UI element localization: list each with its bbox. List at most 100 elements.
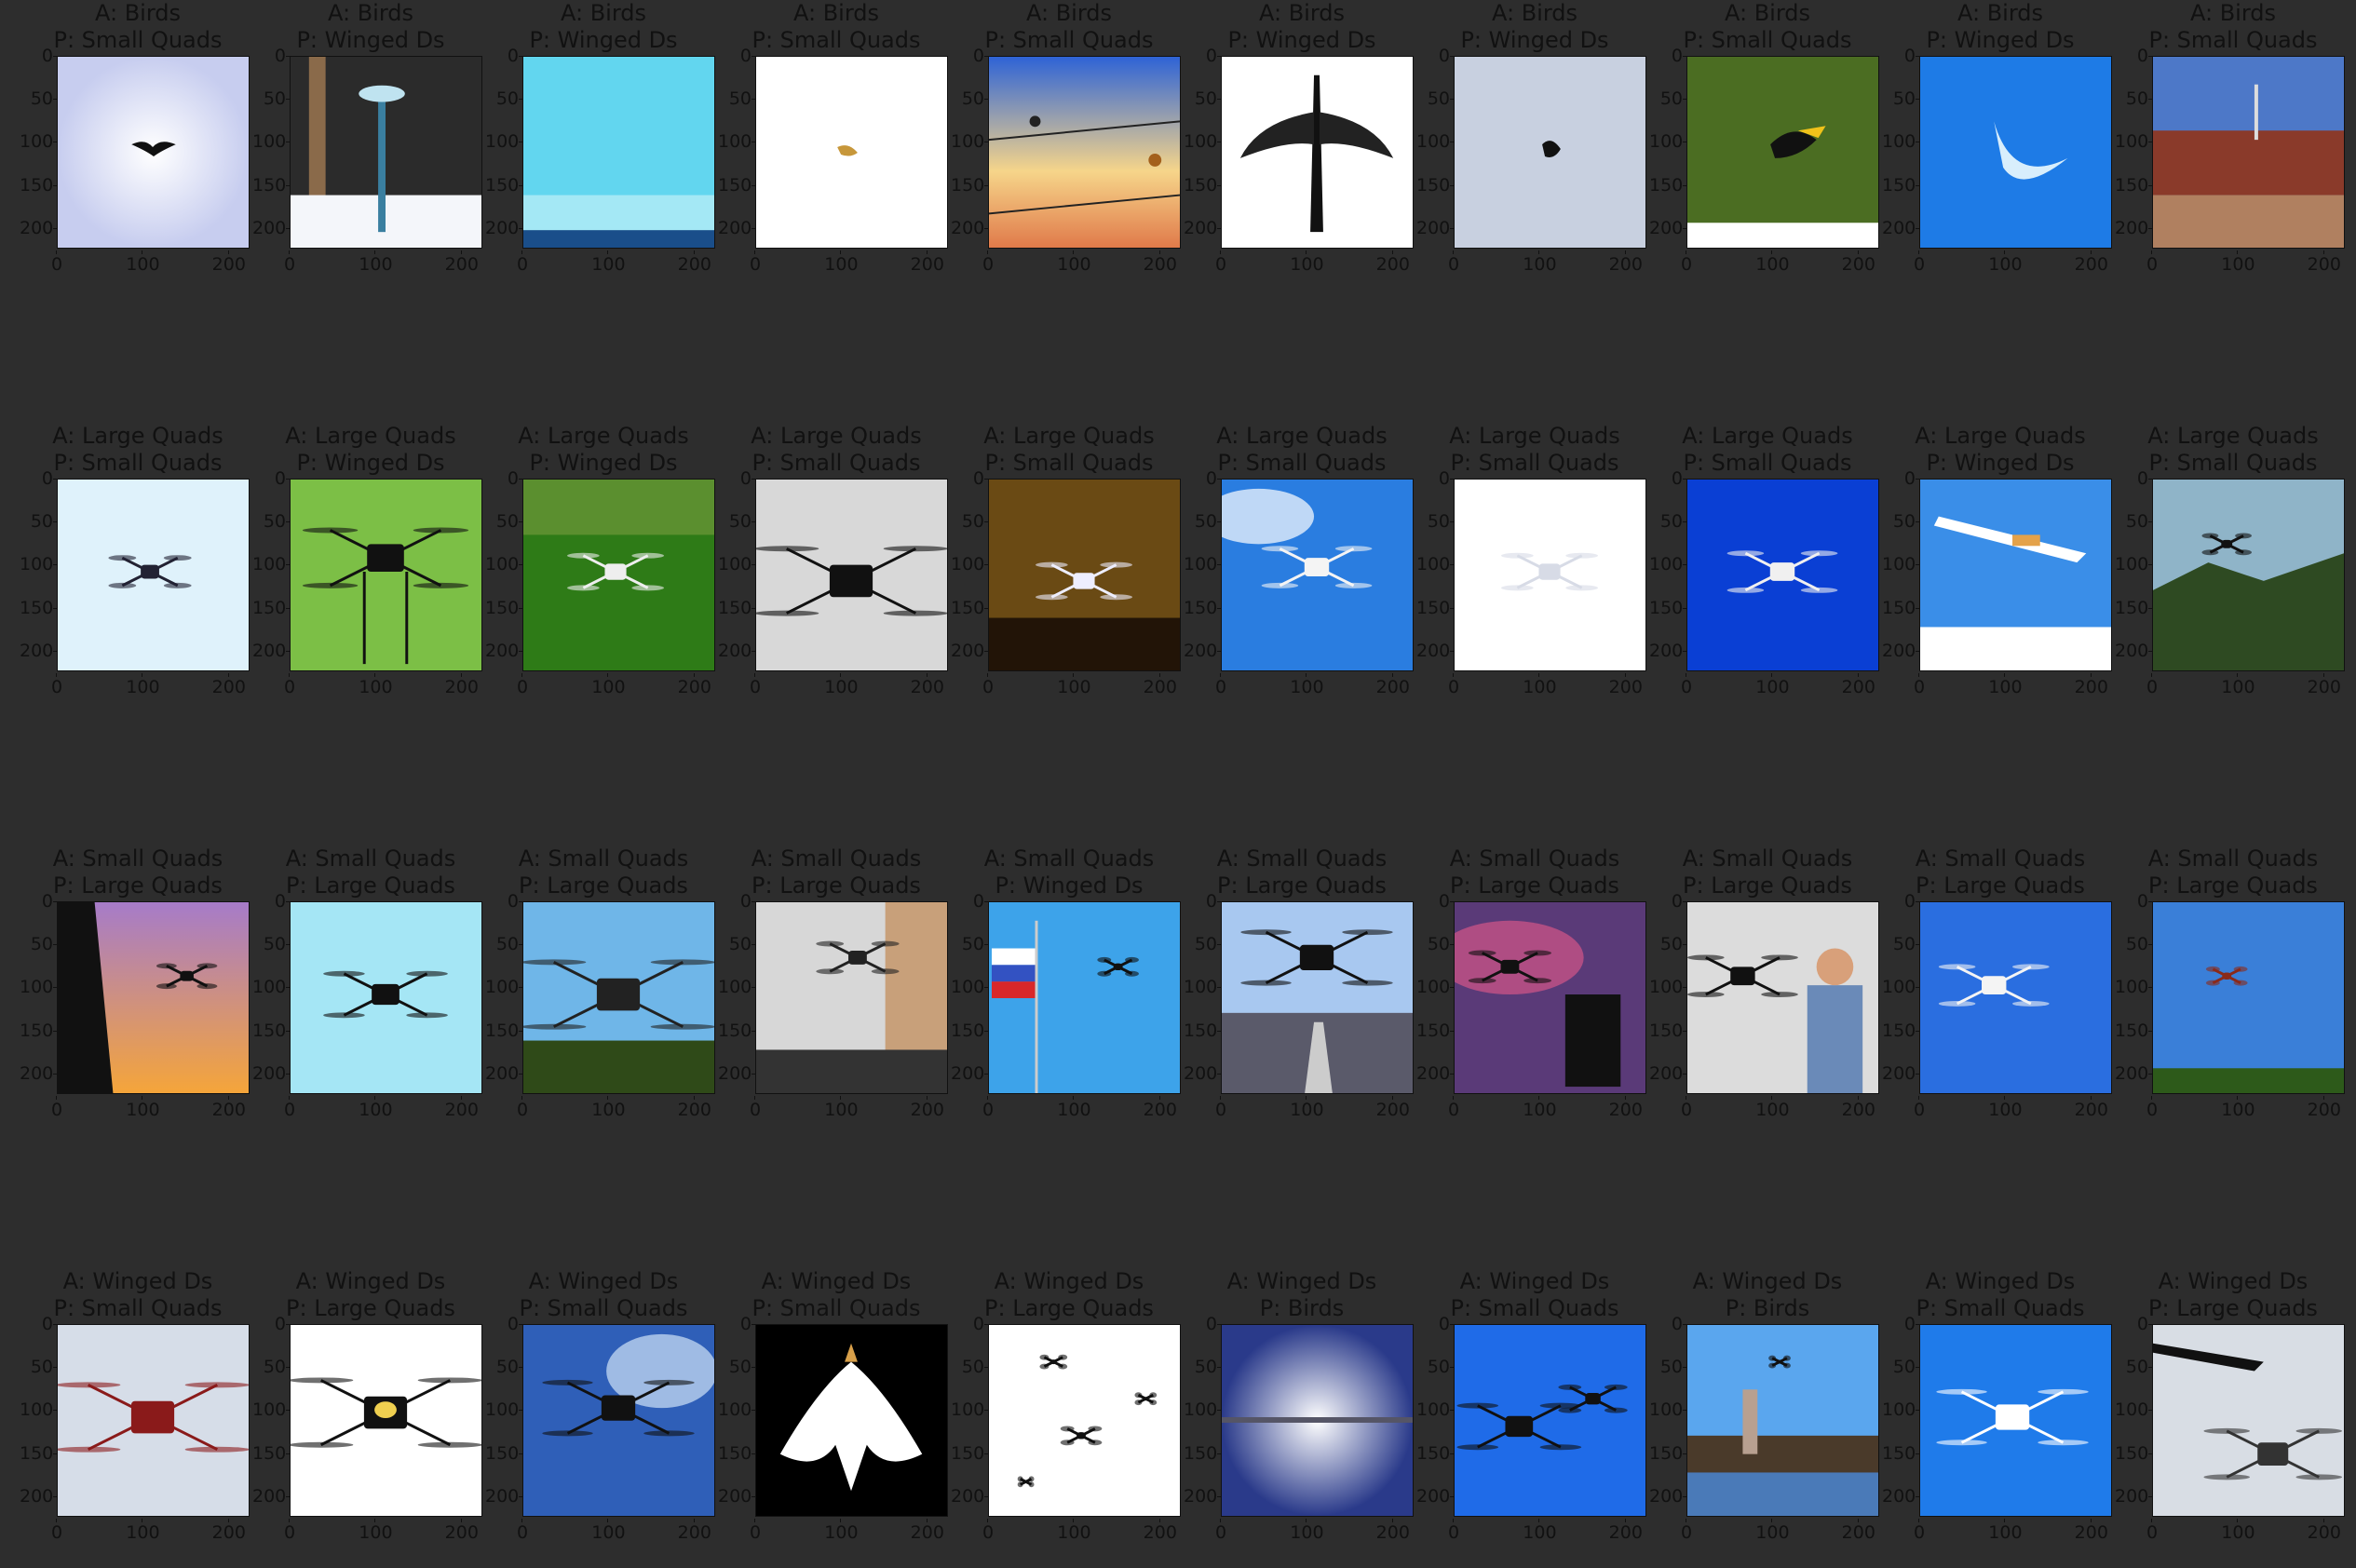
x-tick-label: 200 (1831, 1519, 1887, 1542)
y-tick-label: 150 (20, 174, 57, 196)
y-tick-label: 100 (485, 977, 522, 998)
sample-image (1919, 901, 2112, 1094)
y-tick-label: 50 (2115, 513, 2152, 531)
y-tick-label: 50 (718, 1358, 755, 1376)
sample-image (2152, 901, 2345, 1094)
x-tick-label: 200 (2296, 673, 2352, 696)
y-tick-label: 50 (485, 90, 522, 108)
y-tick-label: 150 (1882, 1442, 1919, 1464)
y-tick-label: 150 (1882, 1020, 1919, 1041)
x-tick-label: 200 (1598, 673, 1654, 696)
prediction-panel: A: Winged Ds P: Birds 0 50 100 150 200 0 100 200 (1649, 1268, 1887, 1548)
x-tick-label: 0 (1659, 1519, 1714, 1542)
predicted-label: P: Small Quads (1450, 1295, 1619, 1321)
y-tick-label: 100 (2115, 131, 2152, 153)
y-tick-label: 200 (485, 217, 522, 238)
predicted-label: P: Small Quads (751, 27, 921, 53)
x-tick-label: 100 (1511, 673, 1567, 696)
actual-label: A: Large Quads (1915, 423, 2086, 449)
y-tick-label: 50 (252, 1358, 290, 1376)
prediction-panel: A: Winged Ds P: Birds 0 50 100 150 200 0 100 200 (1184, 1268, 1418, 1548)
actual-label: A: Winged Ds (1692, 1268, 1843, 1294)
sample-image (755, 56, 948, 249)
y-tick-label: 100 (20, 131, 57, 153)
y-tick-label: 0 (718, 470, 755, 488)
y-tick-label: 50 (1882, 936, 1919, 953)
panel-title: A: Birds P: Small Quads (2117, 0, 2349, 54)
sample-image (57, 56, 250, 249)
actual-label: A: Large Quads (751, 423, 922, 449)
panel-title: A: Winged Ds P: Large Quads (254, 1268, 487, 1322)
x-tick-label: 0 (1426, 250, 1482, 274)
x-tick-label: 200 (1365, 673, 1421, 696)
x-tick-label: 0 (1426, 1096, 1482, 1119)
prediction-panel: A: Small Quads P: Large Quads 0 50 100 150 200… (252, 845, 490, 1125)
y-tick-label: 150 (485, 1442, 522, 1464)
x-tick-label: 100 (347, 250, 403, 274)
panel-title: A: Small Quads P: Winged Ds (953, 845, 1185, 899)
x-tick-label: 100 (1046, 673, 1102, 696)
y-tick-label: 200 (485, 1485, 522, 1507)
x-tick-label: 200 (2296, 250, 2352, 274)
x-tick-label: 200 (1831, 673, 1887, 696)
actual-label: A: Large Quads (2147, 423, 2319, 449)
y-tick-label: 0 (485, 47, 522, 65)
actual-label: A: Birds (1724, 0, 1811, 26)
sample-image (1221, 56, 1414, 249)
x-tick-label: 200 (201, 1096, 257, 1119)
x-tick-label: 100 (347, 1096, 403, 1119)
x-tick-label: 200 (900, 250, 955, 274)
sample-image (522, 1324, 715, 1517)
y-tick-label: 100 (718, 977, 755, 998)
x-tick-label: 200 (201, 1519, 257, 1542)
actual-label: A: Birds (560, 0, 647, 26)
y-tick-label: 150 (485, 174, 522, 196)
actual-label: A: Birds (792, 0, 880, 26)
x-tick-label: 0 (1891, 673, 1947, 696)
panel-title: A: Winged Ds P: Small Quads (1418, 1268, 1651, 1322)
y-tick-label: 150 (1649, 597, 1686, 618)
sample-image (1221, 1324, 1414, 1517)
panel-title: A: Large Quads P: Small Quads (1185, 423, 1418, 477)
x-tick-label: 200 (1831, 250, 1887, 274)
y-tick-label: 200 (718, 1485, 755, 1507)
x-tick-label: 0 (494, 1096, 550, 1119)
x-tick-label: 0 (1426, 673, 1482, 696)
y-tick-label: 100 (252, 977, 290, 998)
x-tick-label: 100 (580, 250, 636, 274)
x-tick-label: 0 (1193, 673, 1249, 696)
y-tick-label: 0 (951, 1316, 988, 1333)
x-tick-label: 200 (434, 1096, 490, 1119)
y-tick-label: 50 (1416, 936, 1454, 953)
x-tick-label: 100 (580, 673, 636, 696)
actual-label: A: Small Quads (2147, 845, 2319, 872)
y-tick-label: 0 (1184, 470, 1221, 488)
y-tick-label: 100 (1184, 1399, 1221, 1421)
panel-title: A: Small Quads P: Large Quads (1884, 845, 2117, 899)
x-tick-label: 0 (960, 1096, 1016, 1119)
y-tick-label: 150 (2115, 1020, 2152, 1041)
y-tick-label: 50 (2115, 90, 2152, 108)
prediction-panel: A: Winged Ds P: Small Quads 0 50 100 150 200 0 1… (1416, 1268, 1651, 1548)
x-tick-label: 100 (1279, 1519, 1334, 1542)
y-tick-label: 100 (951, 977, 988, 998)
y-tick-label: 50 (1649, 90, 1686, 108)
y-tick-label: 0 (485, 470, 522, 488)
x-tick-label: 0 (1891, 250, 1947, 274)
predicted-label: P: Birds (1725, 1295, 1810, 1321)
y-tick-label: 200 (1882, 640, 1919, 661)
y-tick-label: 0 (718, 1316, 755, 1333)
panel-title: A: Winged Ds P: Birds (1185, 1268, 1418, 1322)
y-tick-label: 200 (1184, 217, 1221, 238)
sample-image (522, 901, 715, 1094)
y-tick-label: 200 (951, 217, 988, 238)
y-tick-label: 0 (1882, 470, 1919, 488)
panel-title: A: Large Quads P: Small Quads (953, 423, 1185, 477)
x-tick-label: 0 (960, 1519, 1016, 1542)
y-tick-label: 50 (20, 1358, 57, 1376)
prediction-panel: A: Small Quads P: Large Quads 0 50 100 150 200… (20, 845, 257, 1125)
actual-label: A: Birds (1491, 0, 1578, 26)
x-tick-label: 100 (115, 673, 170, 696)
x-tick-label: 0 (727, 1096, 783, 1119)
y-tick-label: 50 (252, 936, 290, 953)
